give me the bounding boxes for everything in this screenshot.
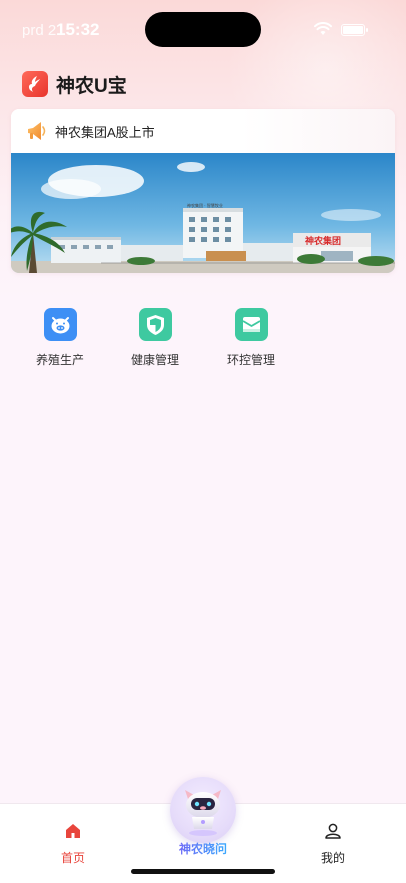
status-time: 15:32 [56, 20, 100, 39]
nav-home-label: 首页 [60, 851, 85, 865]
nav-mine[interactable]: 我的 [293, 822, 373, 866]
nav-mine-label: 我的 [320, 851, 345, 865]
app-title: 神农U宝 [56, 75, 127, 97]
nav-home[interactable]: 首页 [33, 822, 113, 866]
app-header: 神农U宝 [22, 70, 127, 98]
robot-icon [185, 790, 221, 836]
quick-action-health[interactable]: 健康管理 [110, 308, 200, 368]
news-card[interactable]: 神农集团A股上市 神农集团 · 智慧牧业 神农集团 [11, 109, 395, 273]
pig-icon [43, 308, 77, 341]
nav-ai-label[interactable]: 神农晓问 [168, 840, 238, 857]
quick-action-environment[interactable]: 环控管理 [206, 308, 296, 368]
ai-assistant-button[interactable] [170, 777, 236, 843]
quick-action-label: 环控管理 [226, 353, 275, 367]
shield-icon [138, 308, 172, 341]
quick-action-breeding[interactable]: 养殖生产 [15, 308, 105, 368]
quick-action-label: 养殖生产 [35, 353, 84, 367]
quick-action-label: 健康管理 [130, 353, 179, 367]
user-icon [325, 823, 341, 839]
battery-icon [341, 24, 368, 36]
horn-icon [28, 122, 46, 140]
status-bar: prd 2 15:32 [0, 0, 406, 60]
notice-text: 神农集团A股上市 [55, 124, 155, 140]
brand-logo-icon [22, 71, 48, 97]
wifi-icon [314, 22, 332, 35]
home-icon [66, 824, 80, 838]
notice-bar[interactable]: 神农集团A股上市 [11, 109, 395, 153]
home-indicator [131, 869, 275, 874]
envelope-icon [234, 308, 268, 341]
banner-image[interactable]: 神农集团 · 智慧牧业 神农集团 [11, 153, 395, 273]
banner-building-sign: 神农集团 [305, 235, 341, 247]
env-tag: prd 2 [22, 22, 57, 39]
banner-roof-sign: 神农集团 · 智慧牧业 [187, 202, 223, 208]
dynamic-island [145, 12, 261, 47]
